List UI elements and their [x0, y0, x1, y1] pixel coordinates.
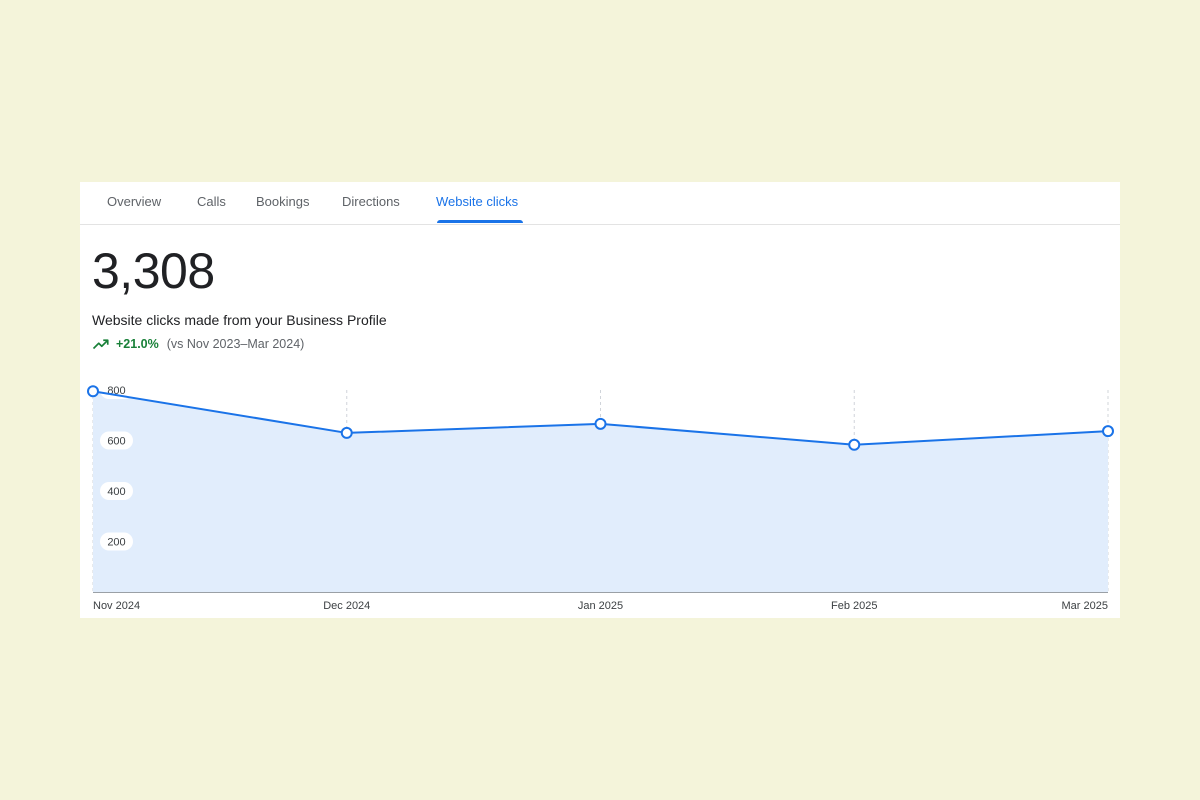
y-tick: 600 — [100, 431, 133, 450]
x-tick-label: Mar 2025 — [1062, 600, 1108, 612]
performance-card: Overview Calls Bookings Directions Websi… — [80, 182, 1120, 618]
data-point[interactable] — [340, 426, 353, 439]
x-tick-label: Feb 2025 — [831, 600, 877, 612]
website-clicks-chart: 200400600800 Nov 2024 Dec 2024 Jan 2025 Feb… — [87, 381, 1114, 612]
y-tick-label: 600 — [107, 436, 125, 448]
y-tick-label: 200 — [107, 537, 125, 549]
y-tick-label: 400 — [107, 486, 125, 498]
data-point[interactable] — [87, 385, 99, 398]
data-point[interactable] — [848, 438, 861, 451]
x-tick-label: Dec 2024 — [323, 600, 370, 612]
data-point[interactable] — [1102, 425, 1114, 438]
x-tick-label: Nov 2024 — [93, 600, 140, 612]
y-tick: 200 — [100, 532, 133, 551]
data-point[interactable] — [594, 417, 607, 430]
y-tick: 400 — [100, 482, 133, 500]
x-tick-label: Jan 2025 — [578, 600, 623, 612]
